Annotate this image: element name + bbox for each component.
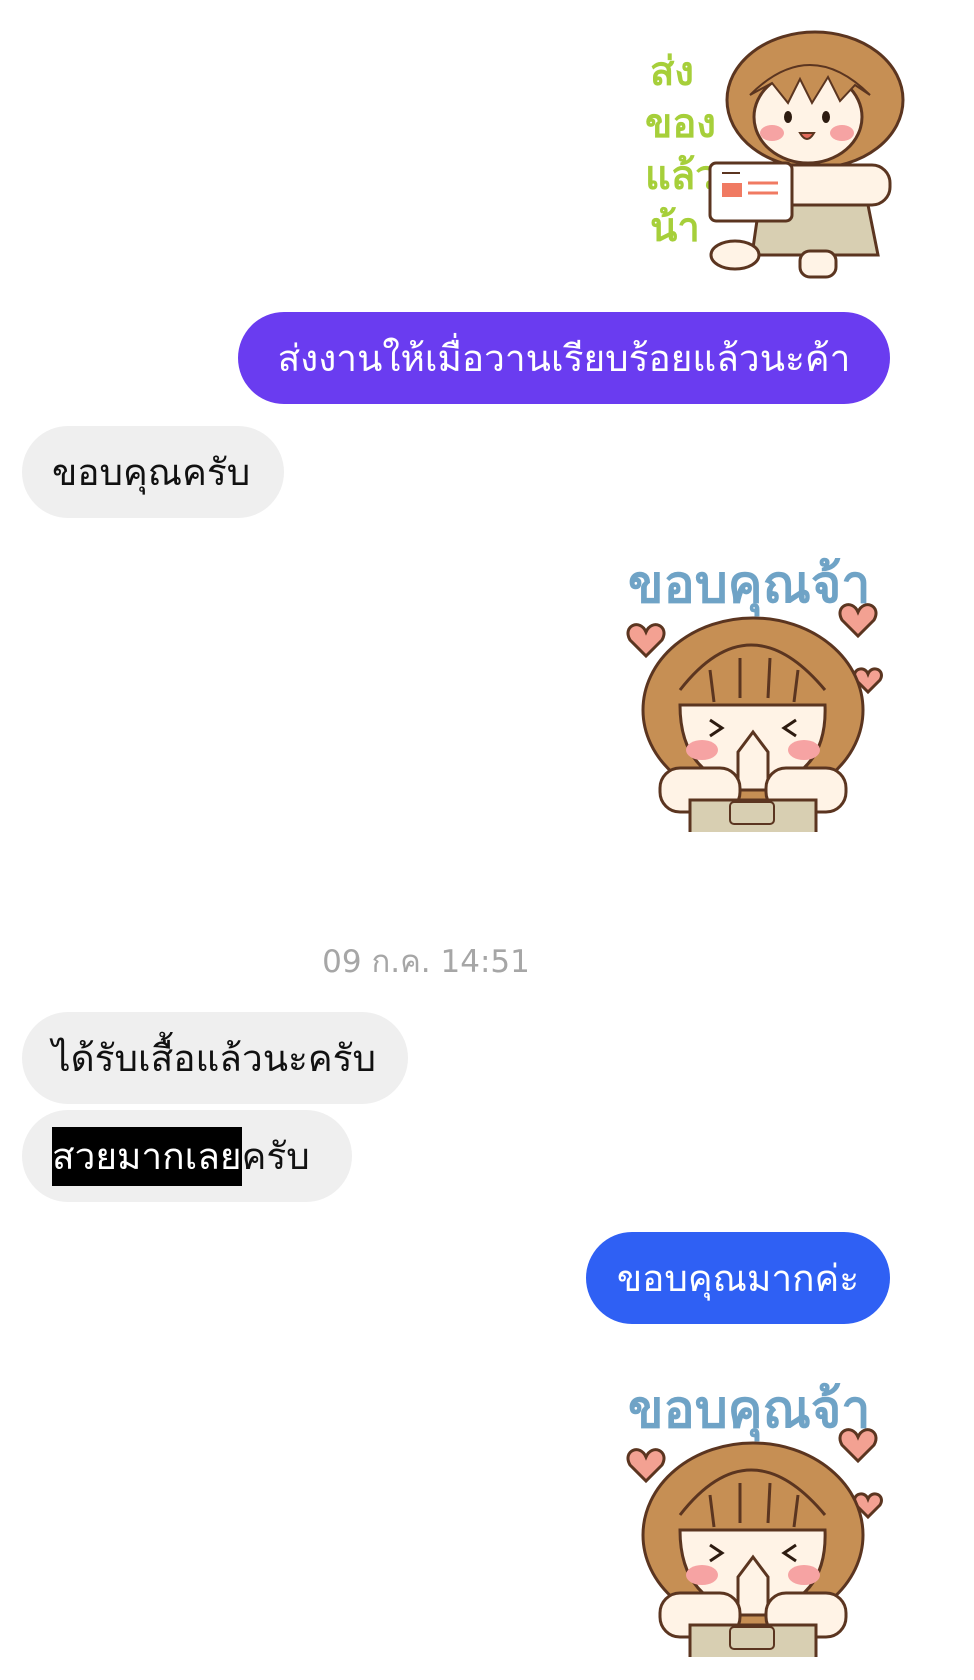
message-incoming[interactable]: ขอบคุณครับ xyxy=(22,426,284,518)
message-text: ขอบคุณมากค่ะ xyxy=(616,1256,860,1300)
message-text: ขอบคุณครับ xyxy=(52,450,251,494)
sticker-2-text: ขอบคุณจ้า xyxy=(628,555,870,617)
girl-thank-you-icon: ขอบคุณจ้า xyxy=(626,1380,883,1657)
timestamp: 09 ก.ค. 14:51 xyxy=(322,944,530,980)
message-text: ได้รับเสื้อแล้วนะครับ xyxy=(52,1036,377,1080)
highlighted-text[interactable]: สวยมากเลย xyxy=(52,1126,242,1186)
message-incoming[interactable]: สวยมากเลย ครับ xyxy=(22,1110,352,1202)
girl-holding-package-icon: ส่ง ของ แล้ว น้า xyxy=(645,30,905,279)
message-incoming[interactable]: ได้รับเสื้อแล้วนะครับ xyxy=(22,1012,408,1104)
message-outgoing[interactable]: ขอบคุณมากค่ะ xyxy=(586,1232,890,1324)
message-text: ครับ xyxy=(241,1134,310,1178)
sticker-thank-you[interactable]: ขอบคุณจ้า xyxy=(610,1365,900,1657)
chat-thread[interactable]: ส่ง ของ แล้ว น้า ส่งงานให้เมื่อวานเรียบร… xyxy=(0,0,974,1680)
sticker-3-text: ขอบคุณจ้า xyxy=(628,1380,870,1442)
girl-thank-you-icon: ขอบคุณจ้า xyxy=(626,555,883,832)
sticker-sent-package[interactable]: ส่ง ของ แล้ว น้า xyxy=(640,15,940,287)
message-outgoing[interactable]: ส่งงานให้เมื่อวานเรียบร้อยแล้วนะค้า xyxy=(238,312,890,404)
message-text: ส่งงานให้เมื่อวานเรียบร้อยแล้วนะค้า xyxy=(277,336,851,380)
sticker-thank-you[interactable]: ขอบคุณจ้า xyxy=(610,540,900,832)
